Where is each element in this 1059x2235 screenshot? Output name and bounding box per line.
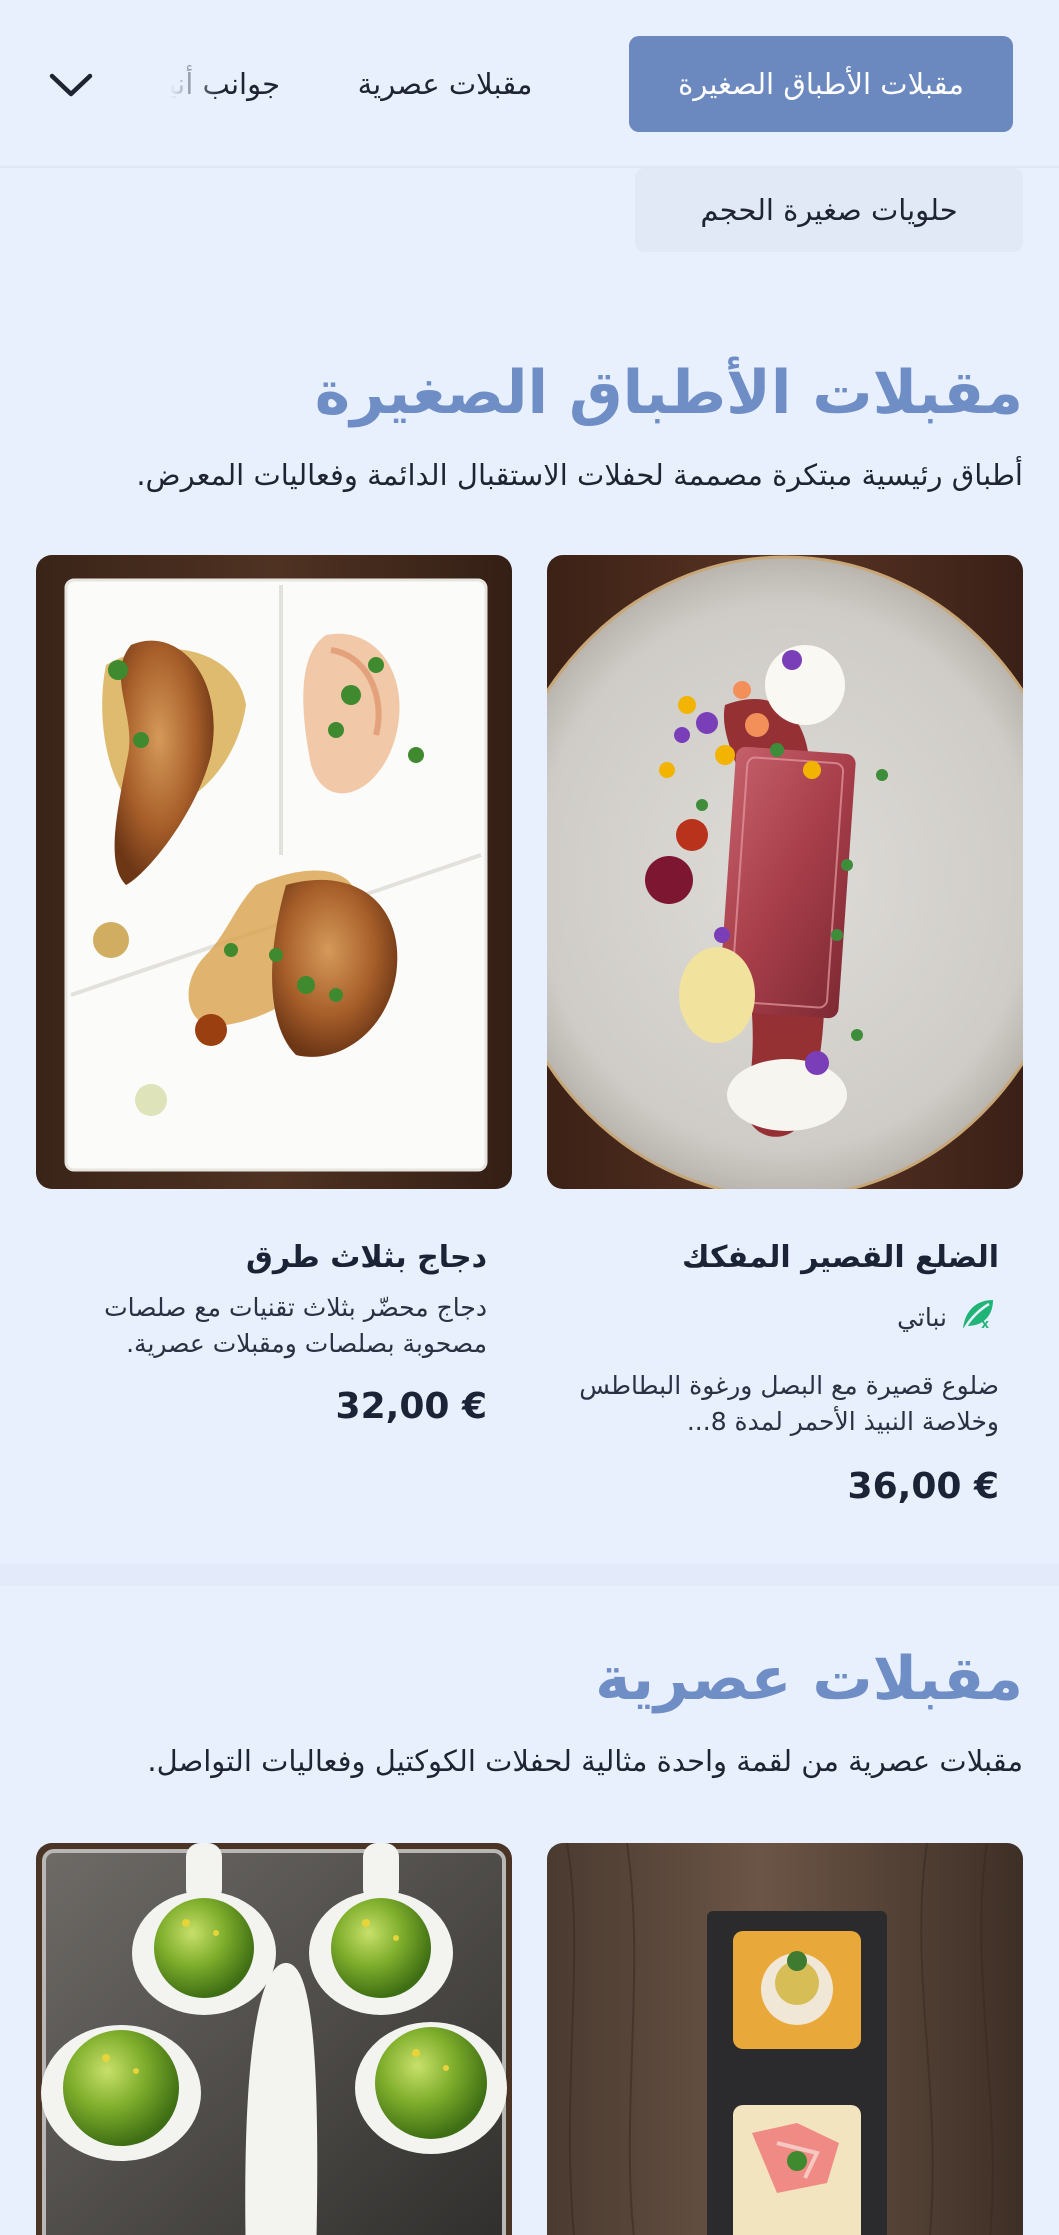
menu-page: مقبلات الأطباق الصغيرة مقبلات عصرية جوان…: [0, 0, 1059, 2235]
svg-text:x: x: [981, 1317, 989, 1331]
chevron-down-icon[interactable]: [40, 62, 102, 108]
dish-price: 36,00 €: [847, 1466, 999, 1507]
vegan-leaf-icon: x: [959, 1296, 999, 1338]
section-subtitle: مقبلات عصرية من لقمة واحدة مثالية لحفلات…: [147, 1744, 1023, 1778]
category-tab-modern-appetizers[interactable]: مقبلات عصرية: [310, 36, 580, 132]
dish-image-chicken-three-ways[interactable]: [36, 555, 512, 1189]
category-nav: مقبلات الأطباق الصغيرة مقبلات عصرية جوان…: [0, 0, 1059, 170]
dish-title[interactable]: دجاج بثلاث طرق: [246, 1240, 487, 1275]
section-subtitle: أطباق رئيسية مبتكرة مصممة لحفلات الاستقب…: [136, 458, 1023, 492]
category-nav-row: مقبلات الأطباق الصغيرة مقبلات عصرية جوان…: [0, 36, 1059, 132]
section-title: مقبلات الأطباق الصغيرة: [314, 358, 1023, 428]
dish-image-short-rib[interactable]: [547, 555, 1023, 1189]
dish-image-canapes[interactable]: [547, 1843, 1023, 2235]
section-title: مقبلات عصرية: [595, 1644, 1023, 1714]
dish-description: ضلوع قصيرة مع البصل ورغوة البطاطس وخلاصة…: [579, 1371, 999, 1436]
dish-image-spheres[interactable]: [36, 1843, 512, 2235]
section-divider: [0, 1564, 1059, 1586]
dish-tag-label: نباتي: [897, 1302, 947, 1332]
dish-tag: x نباتي: [897, 1296, 999, 1338]
dish-price: 32,00 €: [335, 1386, 487, 1427]
dish-title[interactable]: الضلع القصير المفكك: [682, 1240, 999, 1275]
dish-description: دجاج محضّر بثلاث تقنيات مع صلصات مصحوبة …: [104, 1293, 487, 1358]
category-tab-small-plates[interactable]: مقبلات الأطباق الصغيرة: [629, 36, 1013, 132]
category-tab-mini-desserts[interactable]: حلويات صغيرة الحجم: [635, 168, 1023, 252]
category-tab-elegant-sides[interactable]: جوانب أنيقة: [170, 36, 280, 132]
